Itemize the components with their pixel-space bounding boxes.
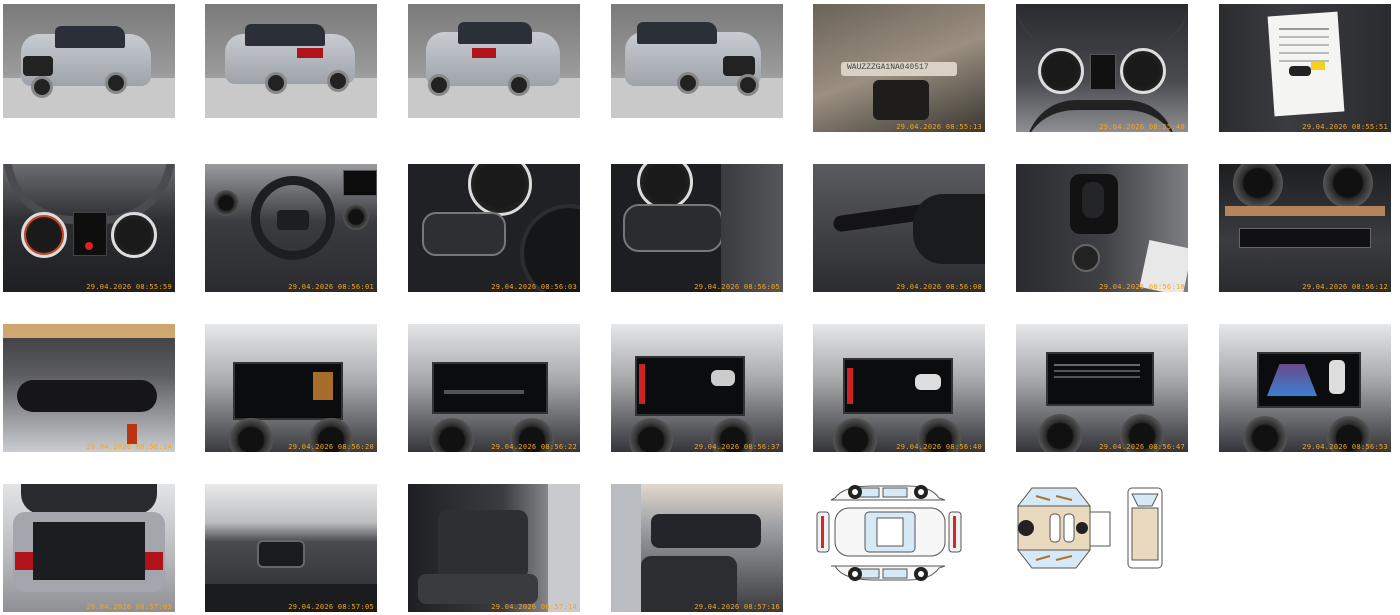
thumbnail-steering-wheel-dashboard[interactable]: 29.04.2026 08:56:01 xyxy=(205,164,377,292)
thumbnail-trunk-buttons[interactable]: 29.04.2026 08:57:05 xyxy=(205,484,377,612)
thumbnail-infotainment-rear-camera[interactable]: 29.04.2026 08:56:53 xyxy=(1219,324,1391,452)
photo-timestamp: 29.04.2026 08:56:40 xyxy=(896,443,982,451)
photo-timestamp: 29.04.2026 08:56:08 xyxy=(896,283,982,291)
thumbnail-vin-plate[interactable]: WAUZZZGA1NA040517 29.04.2026 08:55:13 xyxy=(813,4,985,132)
photo-timestamp: 29.04.2026 08:55:51 xyxy=(1302,123,1388,131)
interior-damage-diagram[interactable] xyxy=(1016,484,1166,574)
photo-timestamp: 29.04.2026 08:57:14 xyxy=(491,603,577,611)
photo-timestamp: 29.04.2026 08:56:01 xyxy=(288,283,374,291)
thumbnail-front-interior[interactable]: 29.04.2026 08:57:16 xyxy=(611,484,783,612)
photo-timestamp: 29.04.2026 08:57:03 xyxy=(86,603,172,611)
thumbnail-infotainment-parking[interactable]: 29.04.2026 08:56:40 xyxy=(813,324,985,452)
thumbnail-exterior-rear-left[interactable] xyxy=(205,4,377,118)
photo-timestamp: 29.04.2026 08:55:40 xyxy=(1099,123,1185,131)
photo-timestamp: 29.04.2026 08:56:37 xyxy=(694,443,780,451)
photo-timestamp: 29.04.2026 08:56:14 xyxy=(86,443,172,451)
car-outline-interior-icon xyxy=(1016,487,1163,569)
thumbnail-infotainment-settings[interactable]: 29.04.2026 08:56:47 xyxy=(1016,324,1188,452)
thumbnail-infotainment-driver-assist[interactable]: 29.04.2026 08:56:37 xyxy=(611,324,783,452)
photo-timestamp: 29.04.2026 08:56:10 xyxy=(1099,283,1185,291)
photo-timestamp: 29.04.2026 08:56:05 xyxy=(694,283,780,291)
thumbnail-steering-wheel-left-controls[interactable]: 29.04.2026 08:56:03 xyxy=(408,164,580,292)
photo-timestamp: 29.04.2026 08:57:16 xyxy=(694,603,780,611)
thumbnail-exterior-rear-right[interactable] xyxy=(408,4,580,118)
vin-plate-text: WAUZZZGA1NA040517 xyxy=(847,63,929,72)
thumbnail-center-console-gear-selector[interactable]: 29.04.2026 08:56:10 xyxy=(1016,164,1188,292)
thumbnail-trunk-open[interactable]: 29.04.2026 08:57:03 xyxy=(3,484,175,612)
thumbnail-exterior-front-left[interactable] xyxy=(3,4,175,118)
car-outline-exterior-icon xyxy=(816,485,962,581)
photo-timestamp: 29.04.2026 08:56:12 xyxy=(1302,283,1388,291)
thumbnail-climate-controls[interactable]: 29.04.2026 08:56:12 xyxy=(1219,164,1391,292)
photo-timestamp: 29.04.2026 08:56:03 xyxy=(491,283,577,291)
photo-timestamp: 29.04.2026 08:56:22 xyxy=(491,443,577,451)
thumbnail-instrument-cluster-odometer[interactable]: 29.04.2026 08:55:40 xyxy=(1016,4,1188,132)
thumbnail-infotainment-radio[interactable]: 29.04.2026 08:56:20 xyxy=(205,324,377,452)
photo-timestamp: 29.04.2026 08:57:05 xyxy=(288,603,374,611)
photo-timestamp: 29.04.2026 08:55:59 xyxy=(86,283,172,291)
photo-timestamp: 29.04.2026 08:56:20 xyxy=(288,443,374,451)
photo-timestamp: 29.04.2026 08:55:13 xyxy=(896,123,982,131)
thumbnail-documents-and-keys[interactable]: 29.04.2026 08:55:51 xyxy=(1219,4,1391,132)
photo-timestamp: 29.04.2026 08:56:47 xyxy=(1099,443,1185,451)
thumbnail-stalk-controls[interactable]: 29.04.2026 08:56:08 xyxy=(813,164,985,292)
exterior-damage-diagram[interactable] xyxy=(813,484,963,584)
thumbnail-steering-wheel-right-controls[interactable]: 29.04.2026 08:56:05 xyxy=(611,164,783,292)
thumbnail-exterior-front-right[interactable] xyxy=(611,4,783,118)
thumbnail-infotainment-menu[interactable]: 29.04.2026 08:56:22 xyxy=(408,324,580,452)
photo-timestamp: 29.04.2026 08:56:53 xyxy=(1302,443,1388,451)
thumbnail-rear-view-mirror[interactable]: 29.04.2026 08:56:14 xyxy=(3,324,175,452)
thumbnail-instrument-cluster[interactable]: 29.04.2026 08:55:59 xyxy=(3,164,175,292)
thumbnail-rear-seats[interactable]: 29.04.2026 08:57:14 xyxy=(408,484,580,612)
